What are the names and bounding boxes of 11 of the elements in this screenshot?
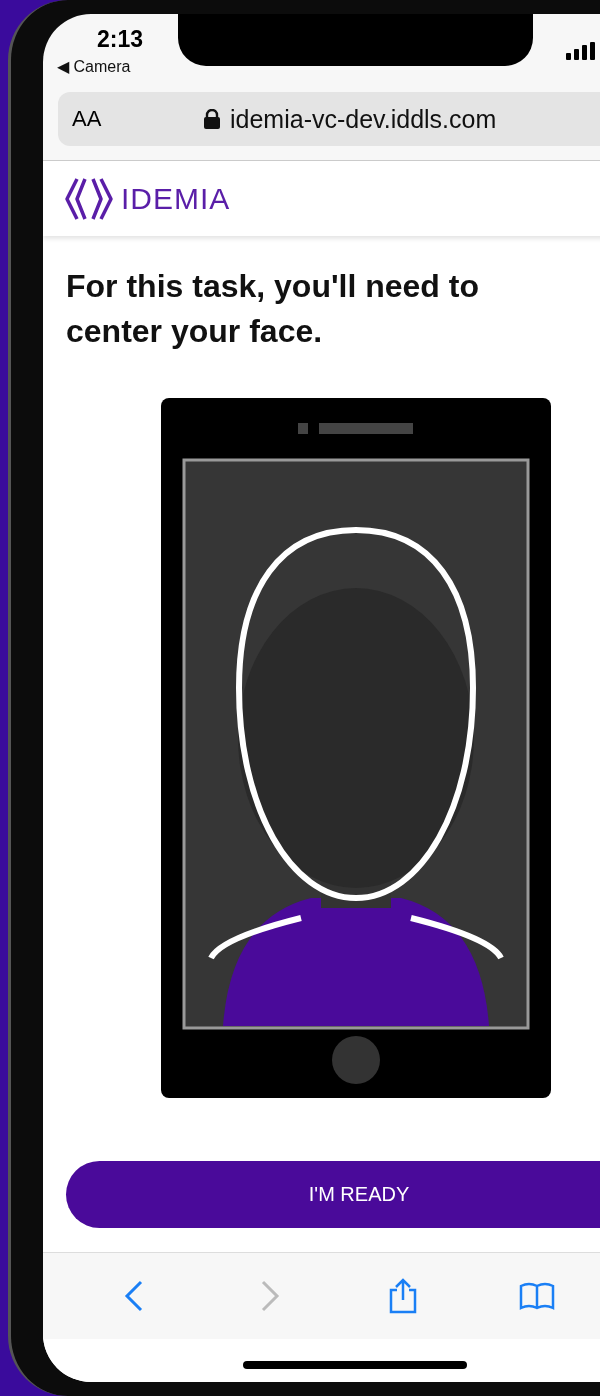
ready-button[interactable]: I'M READY <box>66 1161 600 1228</box>
logo-icon <box>63 176 115 221</box>
back-to-app-link[interactable]: ◀ Camera <box>57 57 131 76</box>
address-bar[interactable]: AA idemia-vc-dev.iddls.com <box>58 92 600 146</box>
signal-icon <box>566 42 596 60</box>
url-text: idemia-vc-dev.iddls.com <box>230 104 497 134</box>
logo-text: IDEMIA <box>121 181 231 216</box>
lock-icon <box>204 109 220 129</box>
heading: For this task, you'll need to center your face. <box>66 267 480 351</box>
status-time: 2:13 <box>97 26 144 53</box>
text-size-button[interactable]: AA <box>72 106 192 132</box>
